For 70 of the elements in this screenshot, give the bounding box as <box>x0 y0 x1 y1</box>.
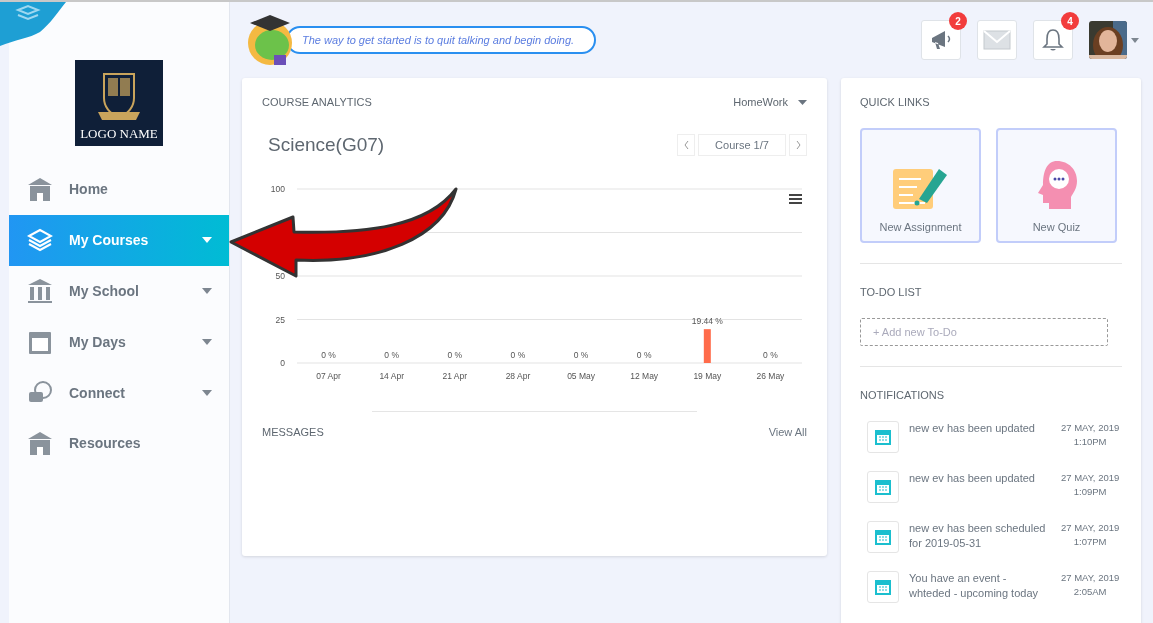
axis-label: 21 Apr <box>442 371 468 381</box>
notification-time: 1:09PM <box>1073 485 1107 499</box>
course-pager: Course 1/7 <box>698 134 786 156</box>
axis-label: 100 <box>270 184 285 194</box>
axis-label: 0 <box>280 358 285 368</box>
chevron-left-icon <box>683 141 689 149</box>
course-name: Science(G07) <box>268 134 385 156</box>
section-title: NOTIFICATIONS <box>860 389 946 401</box>
notification-text: new ev has been updated <box>909 471 1036 486</box>
value-label: 0 % <box>321 350 336 360</box>
value-label: 0 % <box>763 350 778 360</box>
envelope-icon <box>983 30 1011 50</box>
notification-badge: 2 <box>949 12 967 30</box>
section-title: MESSAGES <box>262 426 324 438</box>
value-label: 0 % <box>573 350 589 360</box>
layers-icon <box>27 227 53 254</box>
quick-link-button[interactable]: New Quiz <box>996 128 1117 243</box>
notification-text: You have an event - whteded - upcoming today <box>909 571 1040 601</box>
axis-label: 05 May <box>567 371 595 381</box>
notification-date: 27 MAY, 2019 <box>1061 571 1120 585</box>
calendar-icon <box>873 427 893 447</box>
value-label: 0 % <box>636 350 652 360</box>
building-icon <box>27 176 53 203</box>
axis-label: 19 May <box>693 371 722 381</box>
megaphone-icon <box>929 28 953 52</box>
chevron-right-icon <box>795 141 801 149</box>
section-title: COURSE ANALYTICS <box>262 96 372 108</box>
nav-item[interactable]: Home <box>9 164 229 215</box>
bell-icon <box>1042 28 1064 52</box>
axis-label: 25 <box>275 314 285 325</box>
quick-link-button[interactable]: New Assignment <box>860 128 981 243</box>
calendar-icon <box>873 477 893 497</box>
notification-date: 27 MAY, 2019 <box>1061 421 1120 435</box>
notification-date: 27 MAY, 2019 <box>1061 521 1120 535</box>
axis-label: 26 May <box>756 371 785 381</box>
axis-label: 12 May <box>630 371 659 381</box>
logo-name: LOGO NAME <box>80 126 158 142</box>
section-title: QUICK LINKS <box>860 96 931 108</box>
section-title: TO-DO LIST <box>860 286 923 298</box>
nav-item[interactable]: Resources <box>9 418 229 469</box>
notification-badge: 4 <box>1061 12 1079 30</box>
caret-icon[interactable] <box>1131 37 1139 43</box>
axis-label: 28 Apr <box>505 371 531 381</box>
todo-input-field[interactable]: + Add new To-Do <box>860 318 1108 346</box>
axis-label: 14 Apr <box>379 371 404 381</box>
building-icon <box>27 430 53 457</box>
quote-banner: The way to get started is to quit talking and begin doing. <box>286 26 597 54</box>
value-label: 0 % <box>447 350 463 360</box>
nav-item[interactable]: My School <box>9 265 229 317</box>
nav-item[interactable]: My Courses <box>9 214 229 266</box>
view-all-link[interactable]: View All <box>768 426 807 438</box>
axis-label: 50 <box>275 271 285 281</box>
caret-icon <box>798 99 807 105</box>
calendar-icon <box>873 527 893 547</box>
axis-label: 07 Apr <box>316 371 341 381</box>
notification-text: new ev has been updated <box>909 421 1036 436</box>
chart-menu-icon[interactable] <box>789 194 802 204</box>
calendar-icon <box>873 577 893 597</box>
notification-time: 1:10PM <box>1073 435 1107 449</box>
notification-time: 1:07PM <box>1073 535 1107 549</box>
value-label: 0 % <box>384 350 399 360</box>
nav-item[interactable]: My Days <box>9 316 229 368</box>
nav-item[interactable]: Connect <box>9 367 229 418</box>
filter-dropdown[interactable]: HomeWork <box>733 96 807 108</box>
notification-time: 2:05AM <box>1073 585 1107 599</box>
value-label: 0 % <box>510 350 526 360</box>
notification-date: 27 MAY, 2019 <box>1061 471 1120 485</box>
value-label: 19.44 % <box>691 316 723 327</box>
bank-icon <box>27 278 53 304</box>
notification-text: new ev has been scheduled for 2019-05-31 <box>909 521 1047 551</box>
